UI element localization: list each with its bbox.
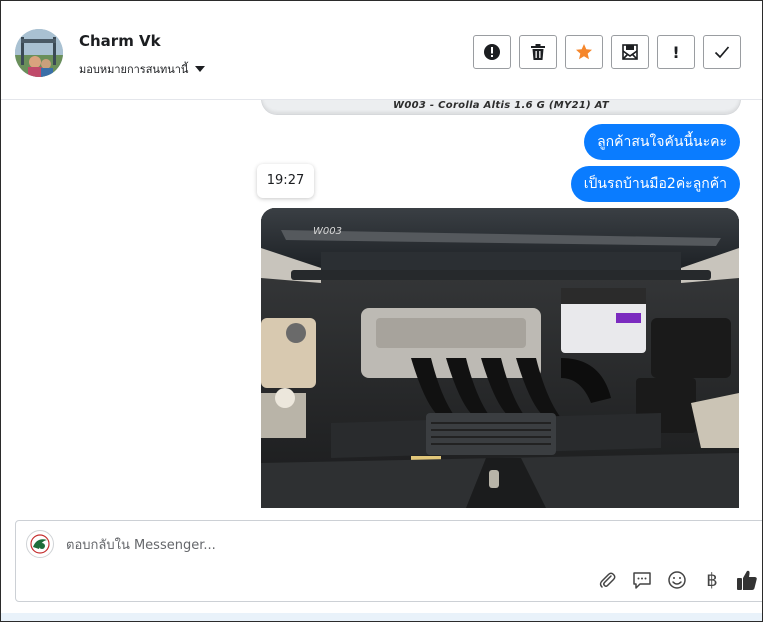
- star-button[interactable]: [565, 35, 603, 69]
- payment-button[interactable]: ฿: [701, 569, 723, 591]
- caret-down-icon: [195, 66, 206, 72]
- baht-icon: ฿: [706, 569, 718, 591]
- assign-conversation-dropdown[interactable]: มอบหมายการสนทนานี้: [79, 60, 206, 78]
- message-thread: W003 - Corolla Altis 1.6 G (MY21) AT ลูก…: [1, 100, 762, 510]
- reply-input[interactable]: [64, 533, 718, 557]
- exclamation-circle-icon: [484, 44, 500, 60]
- mark-done-button[interactable]: [703, 35, 741, 69]
- delete-button[interactable]: [519, 35, 557, 69]
- conversation-toolbar: !: [473, 35, 741, 69]
- star-icon: [576, 44, 592, 60]
- attach-file-button[interactable]: [596, 569, 618, 591]
- mark-as-spam-button[interactable]: [473, 35, 511, 69]
- saved-reply-icon: [633, 572, 651, 589]
- composer-tools: ฿: [596, 569, 758, 591]
- check-icon: [714, 46, 730, 59]
- contact-name[interactable]: Charm Vk: [79, 32, 161, 50]
- conversation-header: Charm Vk มอบหมายการสนทนานี้ !: [1, 1, 762, 100]
- assign-conversation-label: มอบหมายการสนทนานี้: [79, 63, 189, 76]
- messenger-conversation-window: Charm Vk มอบหมายการสนทนานี้ ! W003 - Cor…: [0, 0, 763, 622]
- envelope-icon: [622, 44, 638, 60]
- previous-attachment-card[interactable]: W003 - Corolla Altis 1.6 G (MY21) AT: [261, 100, 741, 115]
- emoji-button[interactable]: [666, 569, 688, 591]
- saved-replies-button[interactable]: [631, 569, 653, 591]
- emoji-icon: [668, 571, 686, 589]
- like-button[interactable]: [736, 569, 758, 591]
- page-avatar: [26, 530, 54, 558]
- photo-label: W003: [313, 226, 342, 237]
- message-bubble[interactable]: ลูกค้าสนใจคันนี้นะคะ: [584, 124, 740, 160]
- message-timestamp: 19:27: [257, 164, 314, 198]
- reply-composer: ฿: [15, 520, 762, 602]
- engine-bay-photo[interactable]: W003: [261, 208, 739, 508]
- thumbs-up-icon: [737, 570, 757, 590]
- contact-avatar[interactable]: [15, 29, 63, 77]
- trash-icon: [531, 44, 545, 60]
- mark-unread-button[interactable]: [611, 35, 649, 69]
- previous-attachment-caption: W003 - Corolla Altis 1.6 G (MY21) AT: [393, 100, 609, 111]
- bottom-strip: [1, 613, 762, 621]
- paperclip-icon: [599, 572, 616, 588]
- message-bubble[interactable]: เป็นรถบ้านมือ2ค่ะลูกค้า: [570, 166, 740, 202]
- follow-up-button[interactable]: !: [657, 35, 695, 69]
- exclamation-icon: !: [672, 42, 680, 62]
